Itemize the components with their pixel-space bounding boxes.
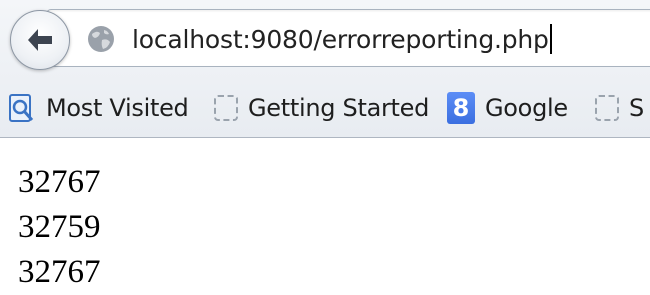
bookmark-label: Getting Started	[248, 94, 430, 122]
google-icon: 8	[447, 92, 475, 124]
blank-page-icon	[214, 95, 238, 121]
bookmarks-bar: Most Visited Getting Started 8 Google S	[0, 84, 650, 132]
most-visited-icon	[9, 94, 34, 122]
globe-icon	[88, 26, 114, 52]
output-line: 32759	[18, 209, 101, 245]
bookmark-label: S	[629, 94, 644, 122]
url-text: localhost:9080/errorreporting.php	[132, 25, 549, 54]
bookmark-label: Google	[485, 94, 568, 122]
browser-chrome: localhost:9080/errorreporting.php Most V…	[0, 0, 650, 138]
bookmark-truncated[interactable]: S	[595, 90, 644, 126]
output-line: 32767	[18, 254, 101, 290]
bookmark-most-visited[interactable]: Most Visited	[8, 90, 189, 126]
url-input[interactable]: localhost:9080/errorreporting.php	[132, 24, 552, 56]
output-line: 32767	[18, 164, 101, 200]
bookmark-label: Most Visited	[46, 94, 189, 122]
bookmark-google[interactable]: 8 Google	[447, 90, 568, 126]
back-arrow-icon	[28, 29, 52, 51]
bookmark-getting-started[interactable]: Getting Started	[214, 90, 429, 126]
text-caret	[549, 24, 552, 54]
back-button[interactable]	[10, 10, 70, 70]
page-content: 32767 32759 32767	[18, 160, 101, 295]
navigation-bar: localhost:9080/errorreporting.php	[0, 0, 650, 80]
blank-page-icon	[595, 95, 619, 121]
